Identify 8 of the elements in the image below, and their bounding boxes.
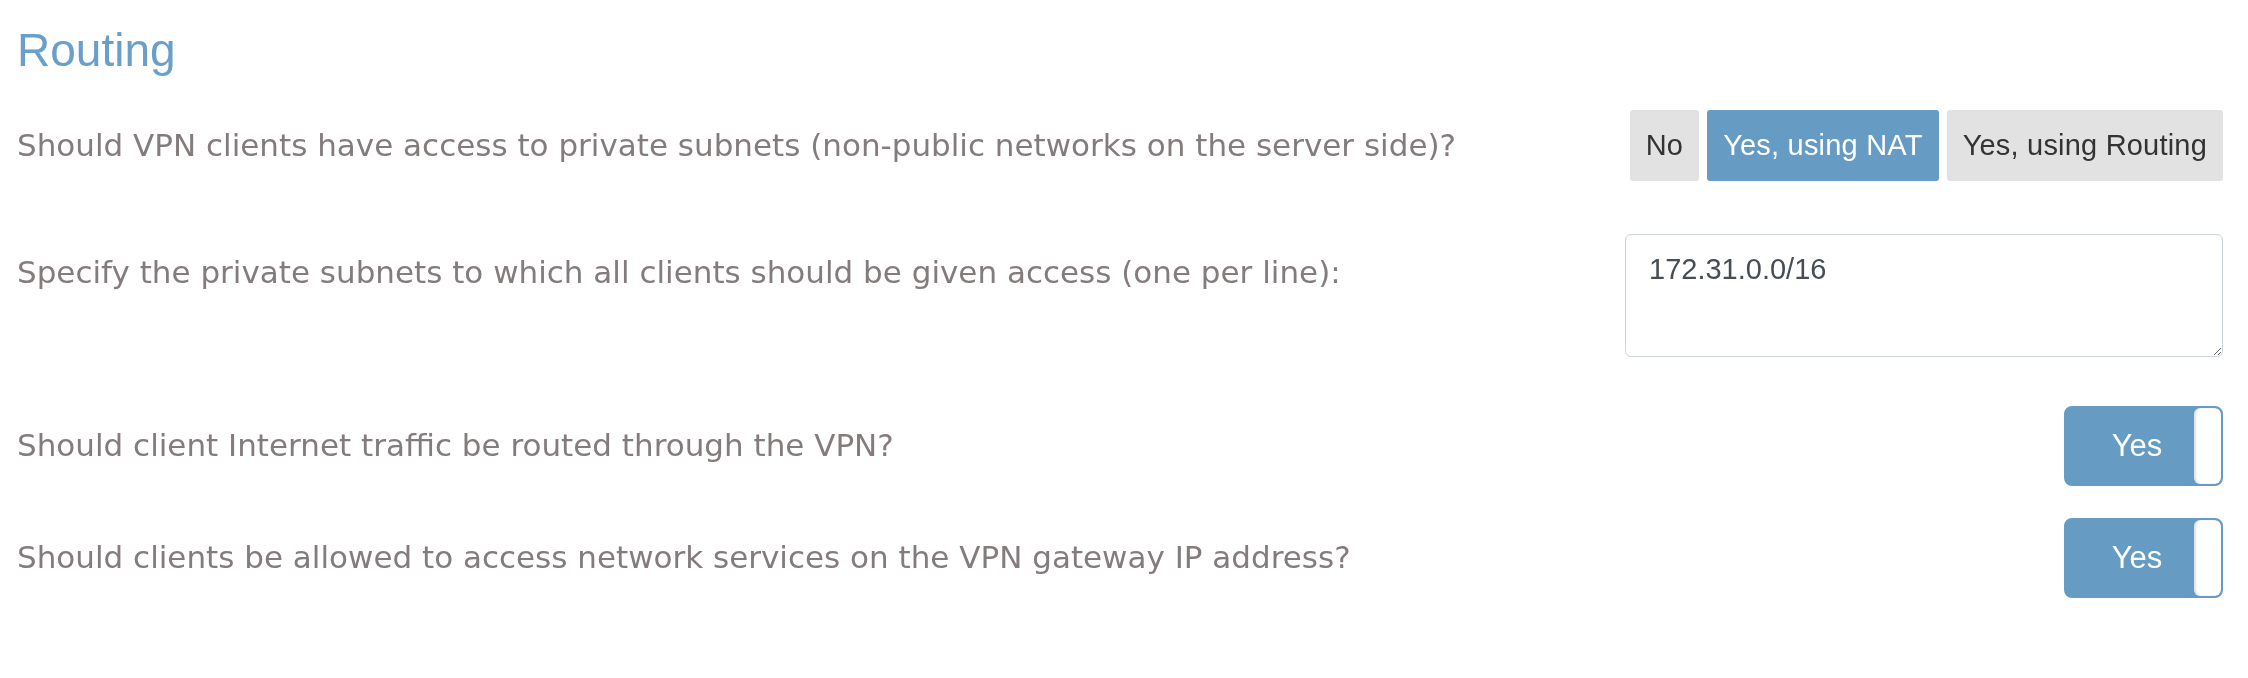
setting-label: Should VPN clients have access to private subnets (non-public networks on the server side)? [17, 126, 1456, 165]
section-title: Routing [17, 24, 176, 77]
subnets-field[interactable]: 172.31.0.0/16 [1625, 234, 2223, 357]
setting-label: Specify the private subnets to which all clients should be given access (one per line): [17, 253, 1341, 292]
option-button[interactable]: Yes, using Routing [1946, 110, 2223, 181]
setting-label: Should client Internet traffic be routed through the VPN? [17, 427, 894, 465]
setting-label: Should clients be allowed to access network services on the VPN gateway IP address? [17, 539, 1351, 577]
option-button[interactable]: No [1629, 110, 1700, 181]
